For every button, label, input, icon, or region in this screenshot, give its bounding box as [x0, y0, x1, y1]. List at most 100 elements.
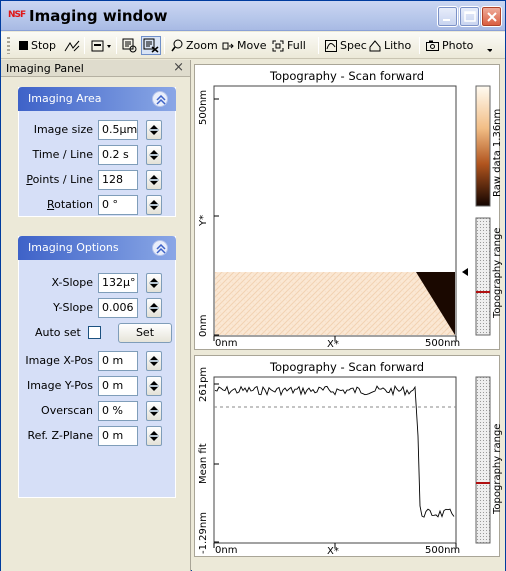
full-button[interactable]: Full [272, 37, 306, 54]
maximize-button[interactable] [459, 6, 480, 27]
line-profile-panel: Topography - Scan forward 261pm Mean fit… [194, 355, 503, 558]
spinner-arrows-icon [149, 431, 159, 441]
full-extent-icon [272, 40, 284, 51]
move-button[interactable]: Move [222, 37, 267, 54]
time-line-spinner[interactable] [146, 145, 162, 165]
points-line-field[interactable]: 128 [98, 170, 138, 190]
points-line-label: Points / Line [26, 173, 93, 186]
x-slope-spinner[interactable] [146, 273, 162, 293]
imaging-options-collapse-button[interactable] [152, 240, 168, 256]
image-zoom-button[interactable] [122, 37, 138, 54]
y-slope-row: Y-Slope 0.006 ° [19, 298, 175, 318]
scan-position-marker[interactable] [462, 268, 468, 276]
chevron-up-icon [156, 244, 166, 254]
spinner-arrows-icon [149, 200, 159, 210]
auto-set-checkbox[interactable] [88, 326, 101, 339]
top-x-max-label: 500nm [425, 338, 461, 349]
ref-z-plane-spinner[interactable] [146, 426, 162, 446]
spec-button[interactable]: Spec [325, 37, 367, 54]
litho-button[interactable]: Litho [369, 37, 411, 54]
image-y-pos-spinner[interactable] [146, 376, 162, 396]
slope-button[interactable] [64, 37, 80, 54]
y-slope-field[interactable]: 0.006 ° [98, 298, 138, 318]
auto-set-row: Auto set Set [19, 323, 175, 343]
color-scale-bar [475, 85, 491, 207]
set-button[interactable]: Set [118, 323, 172, 343]
rotation-field[interactable]: 0 ° [98, 195, 138, 215]
top-x-axis-label: X* [327, 339, 339, 350]
minimize-icon [443, 19, 450, 21]
image-size-field[interactable]: 0.5µm [98, 120, 138, 140]
minimize-button[interactable] [437, 6, 458, 27]
image-size-label: Image size [33, 123, 93, 136]
image-x-pos-spinner[interactable] [146, 351, 162, 371]
bottom-y-mid-label: Mean fit [198, 443, 209, 484]
view-dropdown-button[interactable] [91, 37, 113, 54]
time-line-field[interactable]: 0.2 s [98, 145, 138, 165]
spinner-arrows-icon [149, 175, 159, 185]
photo-label: Photo [442, 39, 474, 52]
bottom-x-min-label: 0nm [215, 545, 238, 556]
zoom-label: Zoom [186, 39, 218, 52]
rotation-spinner[interactable] [146, 195, 162, 215]
overscan-spinner[interactable] [146, 401, 162, 421]
stop-label: Stop [31, 39, 57, 52]
camera-icon [426, 40, 439, 51]
toolbar-overflow-icon[interactable] [487, 49, 492, 52]
top-range-label: Topography range [492, 227, 503, 318]
image-size-spinner[interactable] [146, 120, 162, 140]
panel-close-button[interactable]: × [173, 61, 184, 75]
toolbar-grip[interactable] [7, 37, 10, 54]
colorbar-label: Raw data 1.36nm [492, 108, 503, 197]
full-label: Full [287, 39, 306, 52]
move-label: Move [237, 39, 267, 52]
imaging-area-header[interactable]: Imaging Area [18, 87, 176, 111]
chevron-up-icon [156, 95, 166, 105]
zoom-button[interactable]: Zoom [171, 37, 218, 54]
title-bar[interactable]: NSF Imaging window [1, 1, 505, 31]
spinner-arrows-icon [149, 150, 159, 160]
overscan-field[interactable]: 0 % [98, 401, 138, 421]
y-slope-label: Y-Slope [53, 301, 93, 314]
range-marker[interactable] [476, 291, 490, 293]
imaging-area-collapse-button[interactable] [152, 91, 168, 107]
image-y-pos-field[interactable]: 0 m [98, 376, 138, 396]
scanned-region [215, 272, 455, 335]
topography-range-bar[interactable] [475, 217, 491, 336]
imaging-options-title: Imaging Options [28, 241, 119, 254]
x-slope-field[interactable]: 132µ° [98, 273, 138, 293]
ref-z-plane-field[interactable]: 0 m [98, 426, 138, 446]
imaging-area-title: Imaging Area [28, 92, 102, 105]
ref-z-plane-row: Ref. Z-Plane 0 m [19, 426, 175, 446]
spinner-arrows-icon [149, 356, 159, 366]
move-icon [222, 42, 234, 49]
spinner-arrows-icon [149, 278, 159, 288]
bottom-range-bar[interactable] [475, 376, 491, 544]
bottom-range-label: Topography range [492, 423, 503, 514]
bottom-range-marker[interactable] [476, 482, 490, 484]
stop-square-icon [19, 41, 28, 50]
view-dropdown-icon [91, 40, 111, 51]
photo-button[interactable]: Photo [426, 37, 473, 54]
topography-image-svg[interactable] [195, 65, 501, 351]
topography-image-panel: Topography - Scan forward 500nm Y* 0nm 0… [194, 64, 503, 351]
image-x-pos-field[interactable]: 0 m [98, 351, 138, 371]
points-line-spinner[interactable] [146, 170, 162, 190]
image-select-button[interactable] [141, 36, 161, 55]
spinner-arrows-icon [149, 303, 159, 313]
y-slope-spinner[interactable] [146, 298, 162, 318]
image-x-pos-row: Image X-Pos 0 m [19, 351, 175, 371]
x-slope-row: X-Slope 132µ° [19, 273, 175, 293]
stop-button[interactable]: Stop [19, 37, 56, 54]
imaging-options-group: Imaging Options X-Slope 132µ° Y-Slope 0.… [18, 236, 176, 498]
spinner-arrows-icon [149, 381, 159, 391]
close-button[interactable] [481, 6, 502, 27]
line-profile-svg[interactable] [195, 356, 501, 558]
time-line-label: Time / Line [32, 148, 93, 161]
close-icon [487, 12, 497, 22]
toolbar: Stop Zoom Move Full Spec Litho Photo [1, 32, 505, 59]
imaging-options-header[interactable]: Imaging Options [18, 236, 176, 260]
image-size-row: Image size 0.5µm [19, 120, 175, 140]
panel-title: Imaging Panel [6, 62, 84, 75]
plot-area: Topography - Scan forward 500nm Y* 0nm 0… [192, 60, 505, 571]
